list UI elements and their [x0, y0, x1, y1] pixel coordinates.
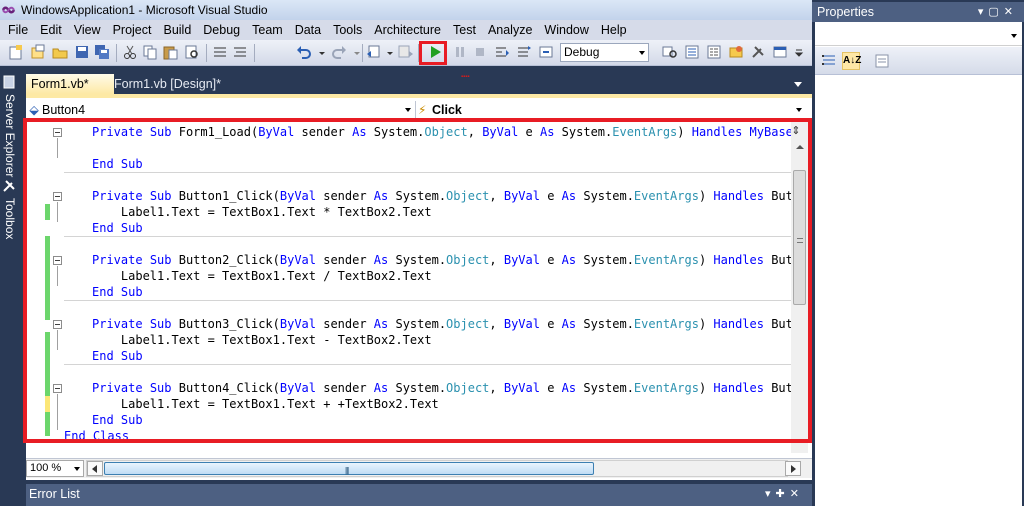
properties-header: Properties ▾▢✕ — [812, 2, 1024, 22]
cut-icon[interactable] — [122, 44, 138, 60]
step-out-icon[interactable] — [538, 44, 554, 60]
panel-controls[interactable]: ▾▢✕ — [978, 5, 1018, 18]
tab-form1-design[interactable]: Form1.vb [Design]* — [109, 74, 229, 94]
zoom-select[interactable]: 100 % — [26, 460, 84, 477]
panel-controls[interactable]: ▾✚✕ — [765, 487, 804, 500]
menu-test[interactable]: Test — [447, 21, 482, 39]
left-tool-strip: Server Explorer Toolbox — [0, 66, 18, 506]
comment-lines-icon[interactable] — [212, 44, 228, 60]
toolbox-icon[interactable] — [750, 44, 766, 60]
save-all-icon[interactable] — [94, 44, 110, 60]
error-list-panel[interactable]: Error List ▾✚✕ — [26, 484, 812, 506]
property-pages-icon[interactable] — [873, 52, 891, 70]
navigate-dropdown-icon[interactable] — [386, 44, 394, 60]
properties-panel: Properties ▾▢✕ A↓Z — [812, 0, 1024, 506]
navigate-backward-icon[interactable] — [366, 44, 382, 60]
open-file-icon[interactable] — [52, 44, 68, 60]
solution-configuration-select[interactable]: Debug — [560, 43, 649, 62]
object-dropdown-value: Button4 — [42, 103, 86, 117]
object-browser-icon[interactable] — [728, 44, 744, 60]
toolbox-tab[interactable]: Toolbox — [1, 198, 17, 239]
visual-studio-logo-icon — [1, 3, 18, 17]
toolbar-overflow-icon[interactable] — [794, 44, 804, 60]
server-explorer-icon[interactable] — [1, 74, 17, 90]
event-dropdown-value: Click — [432, 103, 462, 117]
title-bar: WindowsApplication1 - Microsoft Visual S… — [0, 0, 812, 20]
properties-toolbar: A↓Z — [815, 47, 1022, 75]
menu-analyze[interactable]: Analyze — [482, 21, 538, 39]
event-dropdown[interactable]: ⚡ Click — [418, 101, 806, 119]
start-page-icon[interactable] — [772, 44, 788, 60]
start-button-highlight — [419, 41, 447, 65]
menu-architecture[interactable]: Architecture — [368, 21, 447, 39]
alphabetical-icon[interactable]: A↓Z — [842, 52, 861, 70]
zoom-value: 100 % — [30, 462, 62, 474]
find-symbol-icon[interactable] — [662, 44, 678, 60]
menu-project[interactable]: Project — [107, 21, 158, 39]
stop-debugging-icon[interactable] — [472, 44, 488, 60]
menu-team[interactable]: Team — [246, 21, 289, 39]
undo-icon[interactable] — [296, 44, 312, 60]
uncomment-lines-icon[interactable] — [232, 44, 248, 60]
step-into-icon[interactable] — [494, 44, 510, 60]
redo-dropdown-icon[interactable] — [353, 44, 361, 60]
class-member-icon: ⬙ — [29, 103, 39, 117]
window-title: WindowsApplication1 - Microsoft Visual S… — [21, 3, 268, 17]
menu-bar: File Edit View Project Build Debug Team … — [0, 20, 812, 40]
navigation-bar: ⬙ Button4 ⚡ Click — [26, 98, 812, 120]
server-explorer-tab[interactable]: Server Explorer — [1, 94, 17, 177]
document-tab-strip: Form1.vb* Form1.vb [Design]* ▪▪▪▪ — [18, 66, 812, 94]
chevron-down-icon — [1011, 34, 1017, 38]
paste-icon[interactable] — [162, 44, 178, 60]
break-all-icon[interactable] — [452, 44, 468, 60]
chevron-down-icon — [639, 51, 645, 55]
horizontal-scroll-thumb[interactable]: ||| — [104, 462, 594, 475]
chevron-down-icon — [74, 467, 80, 471]
properties-object-select[interactable] — [815, 22, 1022, 46]
categorized-icon[interactable] — [820, 52, 838, 70]
navigate-forward-icon[interactable] — [398, 44, 414, 60]
object-dropdown[interactable]: ⬙ Button4 — [26, 101, 416, 119]
undo-dropdown-icon[interactable] — [318, 44, 326, 60]
properties-title: Properties — [817, 5, 874, 19]
menu-tools[interactable]: Tools — [327, 21, 368, 39]
menu-help[interactable]: Help — [595, 21, 633, 39]
properties-body: A↓Z — [815, 22, 1022, 506]
chevron-down-icon — [796, 108, 802, 112]
menu-debug[interactable]: Debug — [197, 21, 246, 39]
save-icon[interactable] — [74, 44, 90, 60]
menu-build[interactable]: Build — [157, 21, 197, 39]
configuration-value: Debug — [564, 45, 600, 59]
menu-view[interactable]: View — [68, 21, 107, 39]
properties-window-icon[interactable] — [706, 44, 722, 60]
error-list-title: Error List — [29, 487, 80, 501]
annotation-mark: ▪▪▪▪ — [461, 74, 470, 80]
menu-window[interactable]: Window — [538, 21, 594, 39]
step-over-icon[interactable] — [516, 44, 532, 60]
scroll-left-icon[interactable] — [87, 461, 103, 476]
new-project-icon[interactable] — [8, 44, 24, 60]
copy-icon[interactable] — [142, 44, 158, 60]
chevron-down-icon — [405, 108, 411, 112]
menu-edit[interactable]: Edit — [34, 21, 68, 39]
tab-list-dropdown-icon[interactable] — [794, 82, 802, 87]
toolbox-tab-icon[interactable] — [1, 178, 17, 194]
solution-explorer-icon[interactable] — [684, 44, 700, 60]
find-in-files-icon[interactable] — [184, 44, 200, 60]
add-item-icon[interactable] — [30, 44, 46, 60]
horizontal-scrollbar[interactable]: ||| — [86, 460, 801, 477]
event-lightning-icon: ⚡ — [418, 103, 427, 117]
scroll-right-icon[interactable] — [785, 461, 801, 476]
tab-form1-vb[interactable]: Form1.vb* — [26, 74, 114, 94]
highlight-annotation-box — [23, 118, 812, 443]
editor-bottom-bar: 100 % ||| — [26, 458, 812, 478]
redo-icon[interactable] — [331, 44, 347, 60]
menu-data[interactable]: Data — [289, 21, 327, 39]
standard-toolbar: Debug — [0, 40, 812, 66]
menu-file[interactable]: File — [2, 21, 34, 39]
